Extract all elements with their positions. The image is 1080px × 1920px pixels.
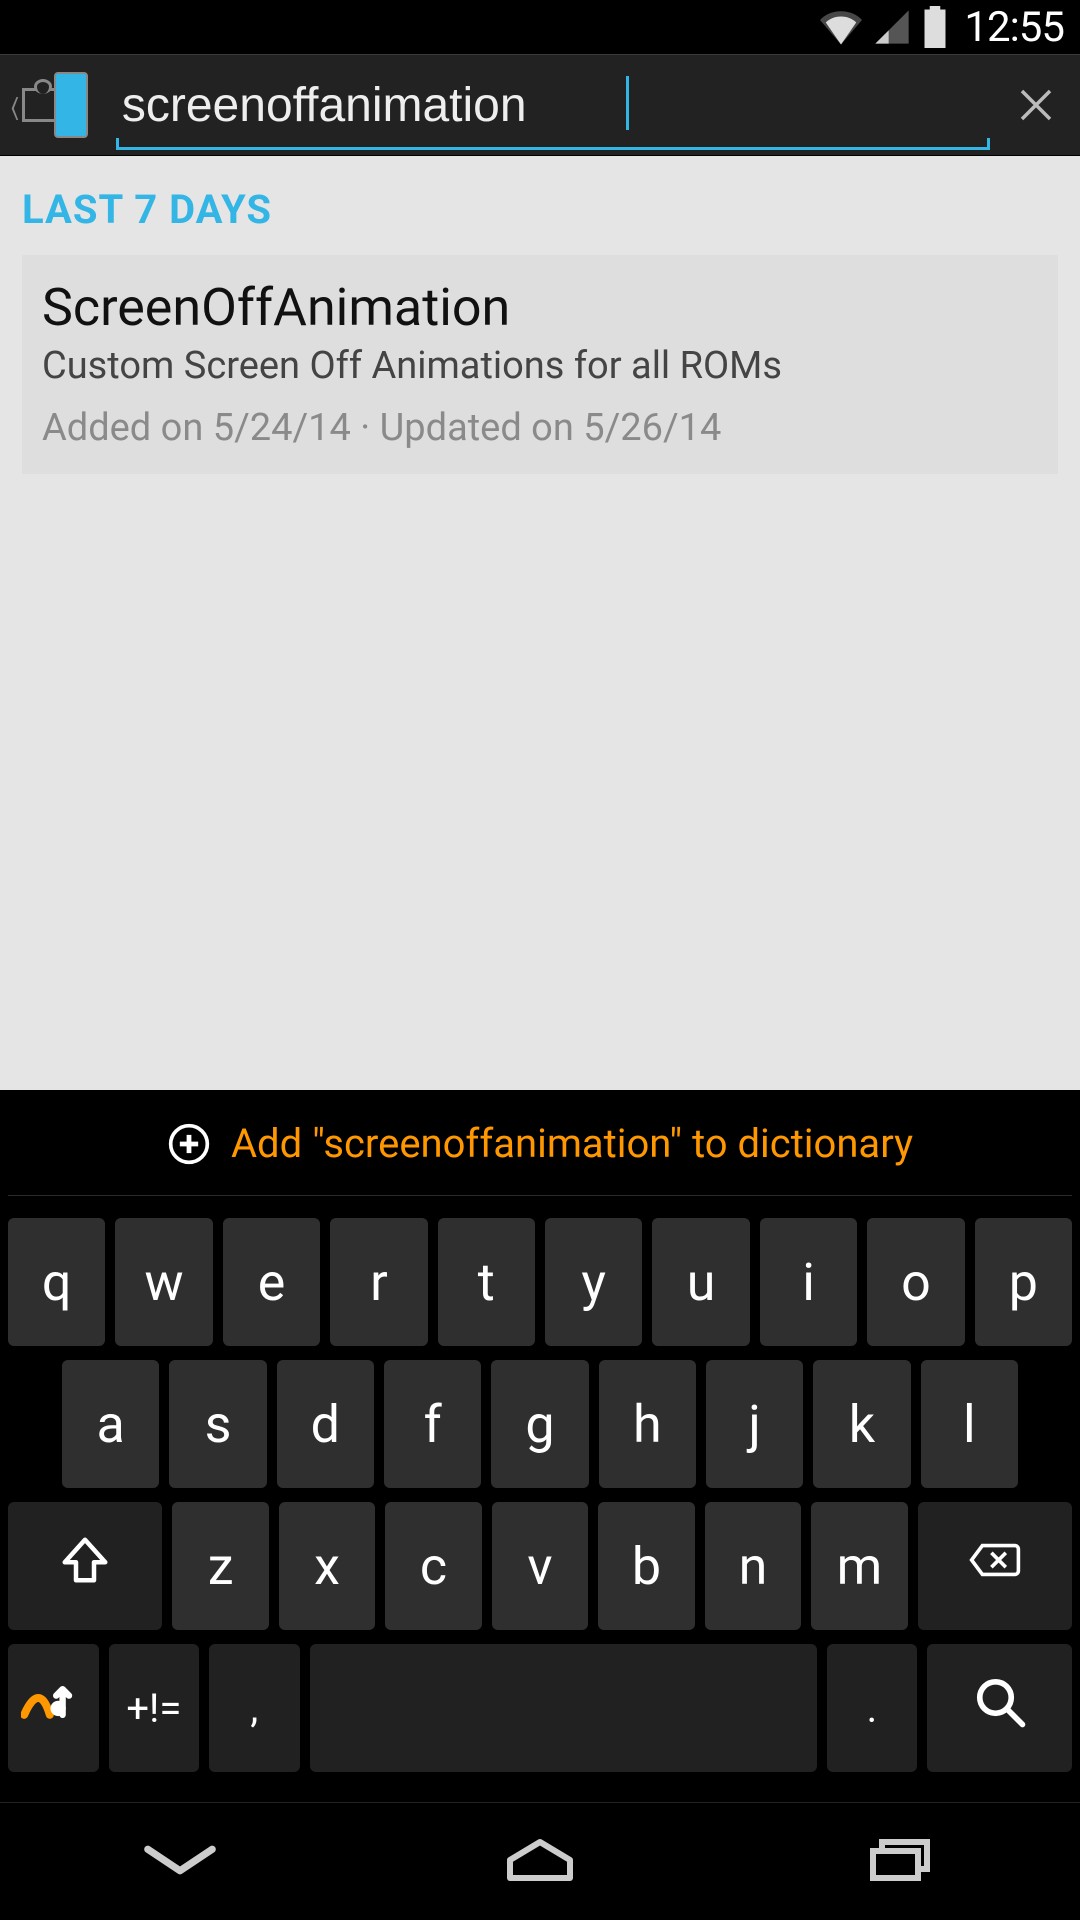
suggestion-bar[interactable]: Add "screenoffanimation" to dictionary bbox=[8, 1108, 1072, 1196]
key-q[interactable]: q bbox=[8, 1218, 105, 1346]
results-area: LAST 7 DAYS ScreenOffAnimation Custom Sc… bbox=[0, 156, 1080, 1090]
nav-back-button[interactable] bbox=[130, 1836, 230, 1888]
search-icon bbox=[973, 1675, 1027, 1742]
key-r[interactable]: r bbox=[330, 1218, 427, 1346]
key-a[interactable]: a bbox=[62, 1360, 159, 1488]
key-i[interactable]: i bbox=[760, 1218, 857, 1346]
recents-icon bbox=[857, 1836, 943, 1888]
app-icon bbox=[22, 72, 88, 138]
key-n[interactable]: n bbox=[705, 1502, 801, 1630]
result-meta: Added on 5/24/14 · Updated on 5/26/14 bbox=[42, 406, 1038, 450]
key-row-1: q w e r t y u i o p bbox=[8, 1218, 1072, 1346]
key-search[interactable] bbox=[927, 1644, 1072, 1772]
key-b[interactable]: b bbox=[598, 1502, 694, 1630]
key-symbols[interactable]: +!= bbox=[109, 1644, 200, 1772]
key-backspace[interactable] bbox=[918, 1502, 1072, 1630]
system-nav-bar bbox=[0, 1802, 1080, 1920]
key-o[interactable]: o bbox=[867, 1218, 964, 1346]
soft-keyboard: Add "screenoffanimation" to dictionary q… bbox=[0, 1090, 1080, 1802]
chevron-down-icon bbox=[137, 1836, 223, 1888]
key-x[interactable]: x bbox=[279, 1502, 375, 1630]
key-p[interactable]: p bbox=[975, 1218, 1072, 1346]
action-bar: ‹ bbox=[0, 54, 1080, 156]
status-bar: 12:55 bbox=[0, 0, 1080, 54]
nav-home-button[interactable] bbox=[490, 1836, 590, 1888]
text-cursor bbox=[626, 76, 629, 130]
key-u[interactable]: u bbox=[652, 1218, 749, 1346]
key-f[interactable]: f bbox=[384, 1360, 481, 1488]
key-v[interactable]: v bbox=[492, 1502, 588, 1630]
key-t[interactable]: t bbox=[438, 1218, 535, 1346]
key-comma[interactable]: , bbox=[209, 1644, 300, 1772]
back-button[interactable]: ‹ bbox=[6, 72, 88, 138]
cell-signal-icon bbox=[872, 7, 912, 47]
result-item[interactable]: ScreenOffAnimation Custom Screen Off Ani… bbox=[22, 255, 1058, 474]
wifi-icon bbox=[820, 6, 862, 48]
key-e[interactable]: e bbox=[223, 1218, 320, 1346]
backspace-icon bbox=[968, 1533, 1022, 1600]
home-icon bbox=[497, 1836, 583, 1888]
shift-icon bbox=[58, 1533, 112, 1600]
key-j[interactable]: j bbox=[706, 1360, 803, 1488]
close-icon bbox=[1015, 84, 1057, 126]
battery-icon bbox=[922, 6, 948, 48]
key-z[interactable]: z bbox=[172, 1502, 268, 1630]
result-title: ScreenOffAnimation bbox=[42, 277, 1038, 338]
nav-recents-button[interactable] bbox=[850, 1836, 950, 1888]
key-shift[interactable] bbox=[8, 1502, 162, 1630]
key-k[interactable]: k bbox=[813, 1360, 910, 1488]
key-c[interactable]: c bbox=[385, 1502, 481, 1630]
key-g[interactable]: g bbox=[491, 1360, 588, 1488]
key-m[interactable]: m bbox=[811, 1502, 907, 1630]
key-y[interactable]: y bbox=[545, 1218, 642, 1346]
key-swype[interactable] bbox=[8, 1644, 99, 1772]
back-chevron-icon: ‹ bbox=[10, 75, 20, 135]
key-h[interactable]: h bbox=[599, 1360, 696, 1488]
result-subtitle: Custom Screen Off Animations for all ROM… bbox=[42, 344, 1038, 388]
status-time: 12:55 bbox=[964, 3, 1064, 52]
swype-icon bbox=[21, 1670, 85, 1747]
suggestion-text: Add "screenoffanimation" to dictionary bbox=[231, 1120, 913, 1167]
search-field-wrap bbox=[116, 70, 990, 140]
key-row-3: z x c v b n m bbox=[8, 1502, 1072, 1630]
clear-search-button[interactable] bbox=[1006, 75, 1066, 135]
device-frame: 12:55 ‹ LAST 7 DAYS ScreenOffAnimation C… bbox=[0, 0, 1080, 1920]
search-underline bbox=[116, 136, 990, 150]
key-row-2: a s d f g h j k l bbox=[8, 1360, 1072, 1488]
key-space[interactable] bbox=[310, 1644, 817, 1772]
key-period[interactable]: . bbox=[827, 1644, 918, 1772]
key-w[interactable]: w bbox=[115, 1218, 212, 1346]
section-header: LAST 7 DAYS bbox=[22, 186, 1058, 233]
key-row-4: +!= , . bbox=[8, 1644, 1072, 1772]
add-to-dictionary-icon bbox=[167, 1122, 211, 1166]
search-input[interactable] bbox=[116, 70, 990, 140]
key-s[interactable]: s bbox=[169, 1360, 266, 1488]
key-l[interactable]: l bbox=[921, 1360, 1018, 1488]
key-d[interactable]: d bbox=[277, 1360, 374, 1488]
